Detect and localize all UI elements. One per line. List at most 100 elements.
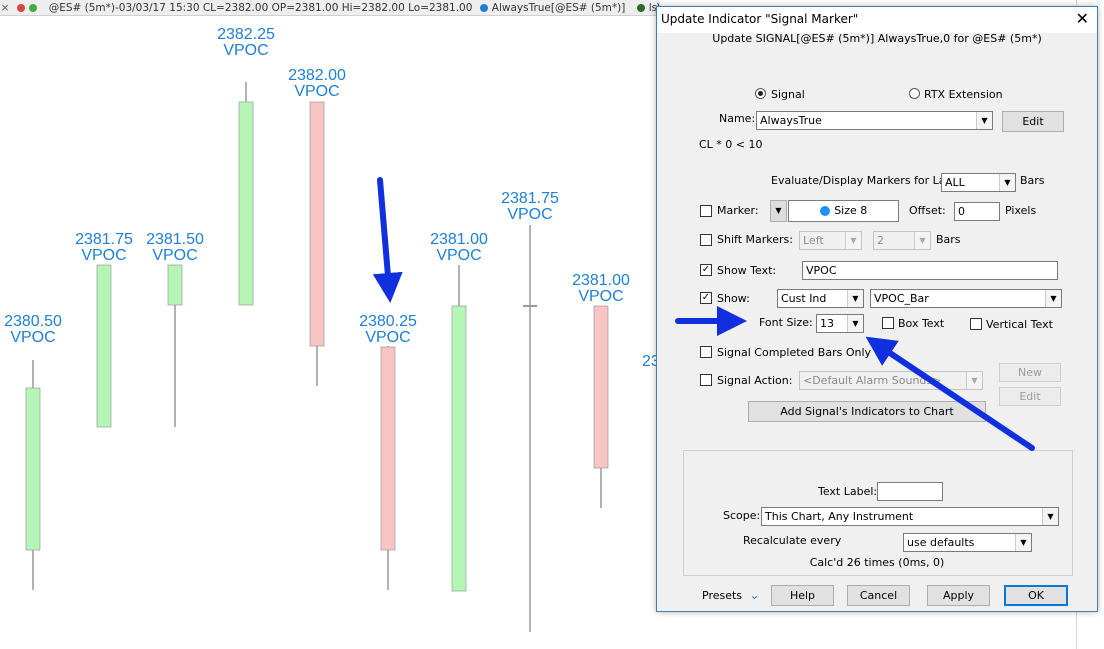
marker-vpoc-label: VPOC [152, 247, 198, 264]
signal-action-checkbox[interactable] [700, 374, 712, 386]
marker-vpoc-label: VPOC [294, 83, 340, 100]
candle-body [380, 346, 396, 551]
candle-body [451, 305, 467, 592]
marker-price-label: 2381.00 [572, 272, 630, 289]
marker-vpoc-label: VPOC [507, 206, 553, 223]
show-text-input[interactable]: VPOC [802, 261, 1058, 280]
close-icon[interactable]: ✕ [1076, 9, 1089, 28]
scope-select[interactable]: This Chart, Any Instrument ▼ [761, 507, 1059, 526]
shift-markers-label: Shift Markers: [717, 233, 793, 246]
candle-body [238, 101, 254, 306]
chevron-down-icon[interactable]: ▼ [847, 290, 863, 307]
marker-style-dropdown[interactable]: ▼ [770, 200, 787, 222]
show-indicator-select[interactable]: VPOC_Bar ▼ [870, 289, 1062, 308]
marker-price-label: 2382.00 [288, 67, 346, 84]
calc-count-text: Calc'd 26 times (0ms, 0) [809, 556, 945, 569]
recalculate-select[interactable]: use defaults ▼ [903, 533, 1032, 552]
candle-body [523, 305, 537, 307]
chevron-down-icon[interactable]: ▼ [1042, 508, 1058, 525]
marker-price-label: 2381.50 [146, 231, 204, 248]
chevron-down-icon[interactable]: ▼ [914, 232, 930, 249]
vertical-text-checkbox[interactable] [970, 318, 982, 330]
add-indicators-button[interactable]: Add Signal's Indicators to Chart [748, 401, 986, 422]
presets-menu[interactable]: Presets ⌄ [702, 588, 760, 602]
pixels-label: Pixels [1005, 204, 1037, 217]
evaluate-label: Evaluate/Display Markers for Last [771, 174, 956, 187]
shift-markers-checkbox[interactable] [700, 234, 712, 246]
candle-body [96, 264, 112, 428]
marker-price-label: 2382.25 [217, 26, 275, 43]
rtx-extension-radio[interactable] [909, 88, 920, 99]
show-label: Show: [717, 292, 750, 305]
candle-body [167, 264, 183, 306]
offset-label: Offset: [909, 204, 946, 217]
marker-dot-icon [819, 206, 830, 216]
chevron-down-icon[interactable]: ▼ [1015, 534, 1031, 551]
font-size-select[interactable]: 13 ▼ [816, 314, 864, 333]
completed-bars-label: Signal Completed Bars Only [717, 346, 872, 359]
recalculate-value: use defaults [907, 536, 975, 549]
apply-button[interactable]: Apply [927, 585, 990, 606]
chevron-down-icon[interactable]: ▼ [845, 232, 861, 249]
chevron-down-icon[interactable]: ▼ [847, 315, 863, 332]
new-action-button[interactable]: New [999, 363, 1061, 382]
offset-input[interactable]: 0 [954, 202, 1000, 221]
box-text-checkbox[interactable] [882, 317, 894, 329]
completed-bars-checkbox[interactable] [700, 346, 712, 358]
scope-value: This Chart, Any Instrument [765, 510, 914, 523]
cancel-button[interactable]: Cancel [847, 585, 910, 606]
show-text-checkbox[interactable]: ✓ [700, 264, 712, 276]
candle-body [593, 305, 609, 469]
marker-size-field[interactable]: Size 8 [788, 200, 899, 222]
chevron-down-icon[interactable]: ▼ [999, 174, 1015, 191]
box-text-label: Box Text [898, 317, 945, 330]
text-label-input[interactable] [877, 482, 943, 501]
shift-count-select[interactable]: 2 ▼ [873, 231, 931, 250]
candle-body [25, 387, 41, 551]
marker-label: Marker: [717, 204, 759, 217]
signal-radio[interactable] [755, 88, 766, 99]
rtx-extension-label: RTX Extension [924, 88, 1003, 101]
show-type-value: Cust Ind [781, 292, 827, 305]
show-text-label: Show Text: [717, 264, 777, 277]
signal-action-select[interactable]: <Default Alarm Sounds> ▼ [799, 371, 983, 390]
marker-vpoc-label: VPOC [578, 288, 624, 305]
chevron-down-icon[interactable]: ▼ [1045, 290, 1061, 307]
edit-name-button[interactable]: Edit [1002, 111, 1064, 132]
scope-label: Scope: [723, 509, 761, 522]
marker-vpoc-label: VPOC [81, 247, 127, 264]
vertical-text-label: Vertical Text [986, 318, 1053, 331]
name-select[interactable]: AlwaysTrue ▼ [756, 111, 993, 130]
marker-vpoc-label: VPOC [436, 247, 482, 264]
signal-action-label: Signal Action: [717, 374, 793, 387]
recalculate-label: Recalculate every [743, 534, 842, 547]
evaluate-bars-select[interactable]: ALL ▼ [941, 173, 1016, 192]
show-type-select[interactable]: Cust Ind ▼ [777, 289, 864, 308]
shift-direction-select[interactable]: Left ▼ [799, 231, 862, 250]
marker-price-label: 2381.75 [75, 231, 133, 248]
ok-button[interactable]: OK [1004, 585, 1068, 606]
edit-action-button[interactable]: Edit [999, 387, 1061, 406]
marker-vpoc-label: VPOC [365, 329, 411, 346]
chevron-down-icon[interactable]: ▼ [966, 372, 982, 389]
text-label-label: Text Label: [818, 485, 878, 498]
marker-vpoc-label: VPOC [223, 42, 269, 59]
shift-direction-value: Left [803, 234, 824, 247]
formula-text: CL * 0 < 10 [699, 138, 763, 151]
chevron-down-icon[interactable]: ▼ [976, 112, 992, 129]
bars-label: Bars [1020, 174, 1045, 187]
marker-price-label: 2380.25 [359, 313, 417, 330]
dialog-titlebar[interactable]: Update Indicator "Signal Marker" ✕ [657, 7, 1097, 33]
dialog-subtitle: Update SIGNAL[@ES# (5m*)] AlwaysTrue,0 f… [712, 32, 1042, 45]
marker-size-value: Size 8 [834, 204, 868, 217]
help-button[interactable]: Help [771, 585, 834, 606]
chevron-down-icon[interactable]: ⌄ [750, 588, 760, 602]
show-checkbox[interactable]: ✓ [700, 292, 712, 304]
update-indicator-dialog[interactable]: Update Indicator "Signal Marker" ✕ Updat… [656, 6, 1098, 612]
candle-body [309, 101, 325, 347]
presets-label: Presets [702, 589, 743, 602]
font-size-value: 13 [820, 317, 834, 330]
marker-checkbox[interactable] [700, 205, 712, 217]
evaluate-value: ALL [945, 176, 965, 189]
marker-vpoc-label: VPOC [10, 329, 56, 346]
